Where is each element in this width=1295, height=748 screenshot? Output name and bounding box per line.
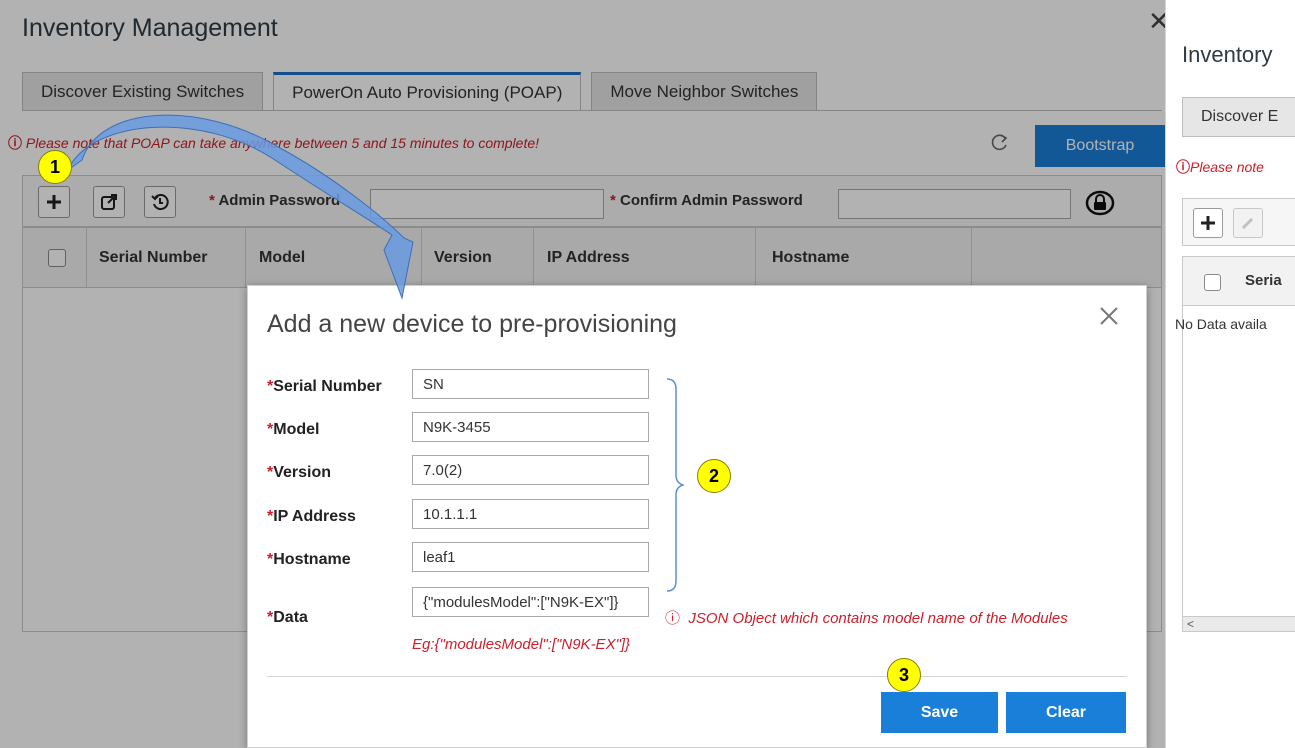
secondary-select-all-checkbox[interactable]	[1204, 274, 1221, 291]
secondary-tab-discover[interactable]: Discover E	[1182, 97, 1295, 137]
secondary-warning: ⓘPlease note	[1176, 159, 1264, 175]
secondary-grid-body	[1182, 306, 1295, 616]
serial-number-input[interactable]	[412, 369, 649, 399]
version-input[interactable]	[412, 455, 649, 485]
info-icon: ⓘ	[665, 610, 681, 627]
scroll-left-icon[interactable]: <	[1187, 617, 1194, 631]
secondary-edit-button[interactable]	[1233, 208, 1263, 238]
info-icon: ⓘ	[1176, 159, 1190, 175]
fields-bracket	[666, 378, 684, 592]
data-label: *Data	[267, 609, 308, 626]
hostname-label: *Hostname	[267, 551, 351, 568]
dialog-divider	[267, 676, 1127, 677]
inventory-window-secondary: Inventory Discover E ⓘPlease note Seria …	[1165, 0, 1295, 748]
step-callout-3: 3	[887, 658, 921, 692]
save-button[interactable]: Save	[881, 692, 998, 733]
horizontal-scrollbar[interactable]: <	[1182, 616, 1295, 632]
secondary-grid-header: Seria	[1182, 256, 1295, 306]
secondary-add-button[interactable]	[1193, 208, 1223, 238]
pencil-icon	[1241, 217, 1254, 230]
version-label: *Version	[267, 464, 332, 481]
close-icon[interactable]	[1099, 306, 1119, 326]
ip-address-label: *IP Address	[267, 508, 356, 525]
ip-address-input[interactable]	[412, 499, 649, 529]
step-callout-1: 1	[38, 150, 72, 184]
add-device-dialog: Add a new device to pre-provisioning *Se…	[247, 285, 1147, 748]
secondary-toolbar	[1182, 198, 1295, 246]
step-callout-2: 2	[697, 459, 731, 493]
model-input[interactable]	[412, 412, 649, 442]
dialog-title: Add a new device to pre-provisioning	[267, 310, 677, 338]
hostname-input[interactable]	[412, 542, 649, 572]
plus-icon	[1201, 216, 1215, 230]
data-input[interactable]	[412, 587, 649, 617]
model-label: *Model	[267, 421, 320, 438]
serial-number-label: *Serial Number	[267, 378, 382, 395]
data-example: Eg:{"modulesModel":["N9K-EX"]}	[412, 636, 631, 653]
data-hint: ⓘ JSON Object which contains model name …	[665, 610, 1068, 627]
clear-button[interactable]: Clear	[1006, 692, 1126, 733]
no-data-message: No Data availa	[1175, 316, 1267, 332]
secondary-page-title: Inventory	[1182, 42, 1273, 67]
secondary-column-serial[interactable]: Seria	[1245, 272, 1282, 289]
